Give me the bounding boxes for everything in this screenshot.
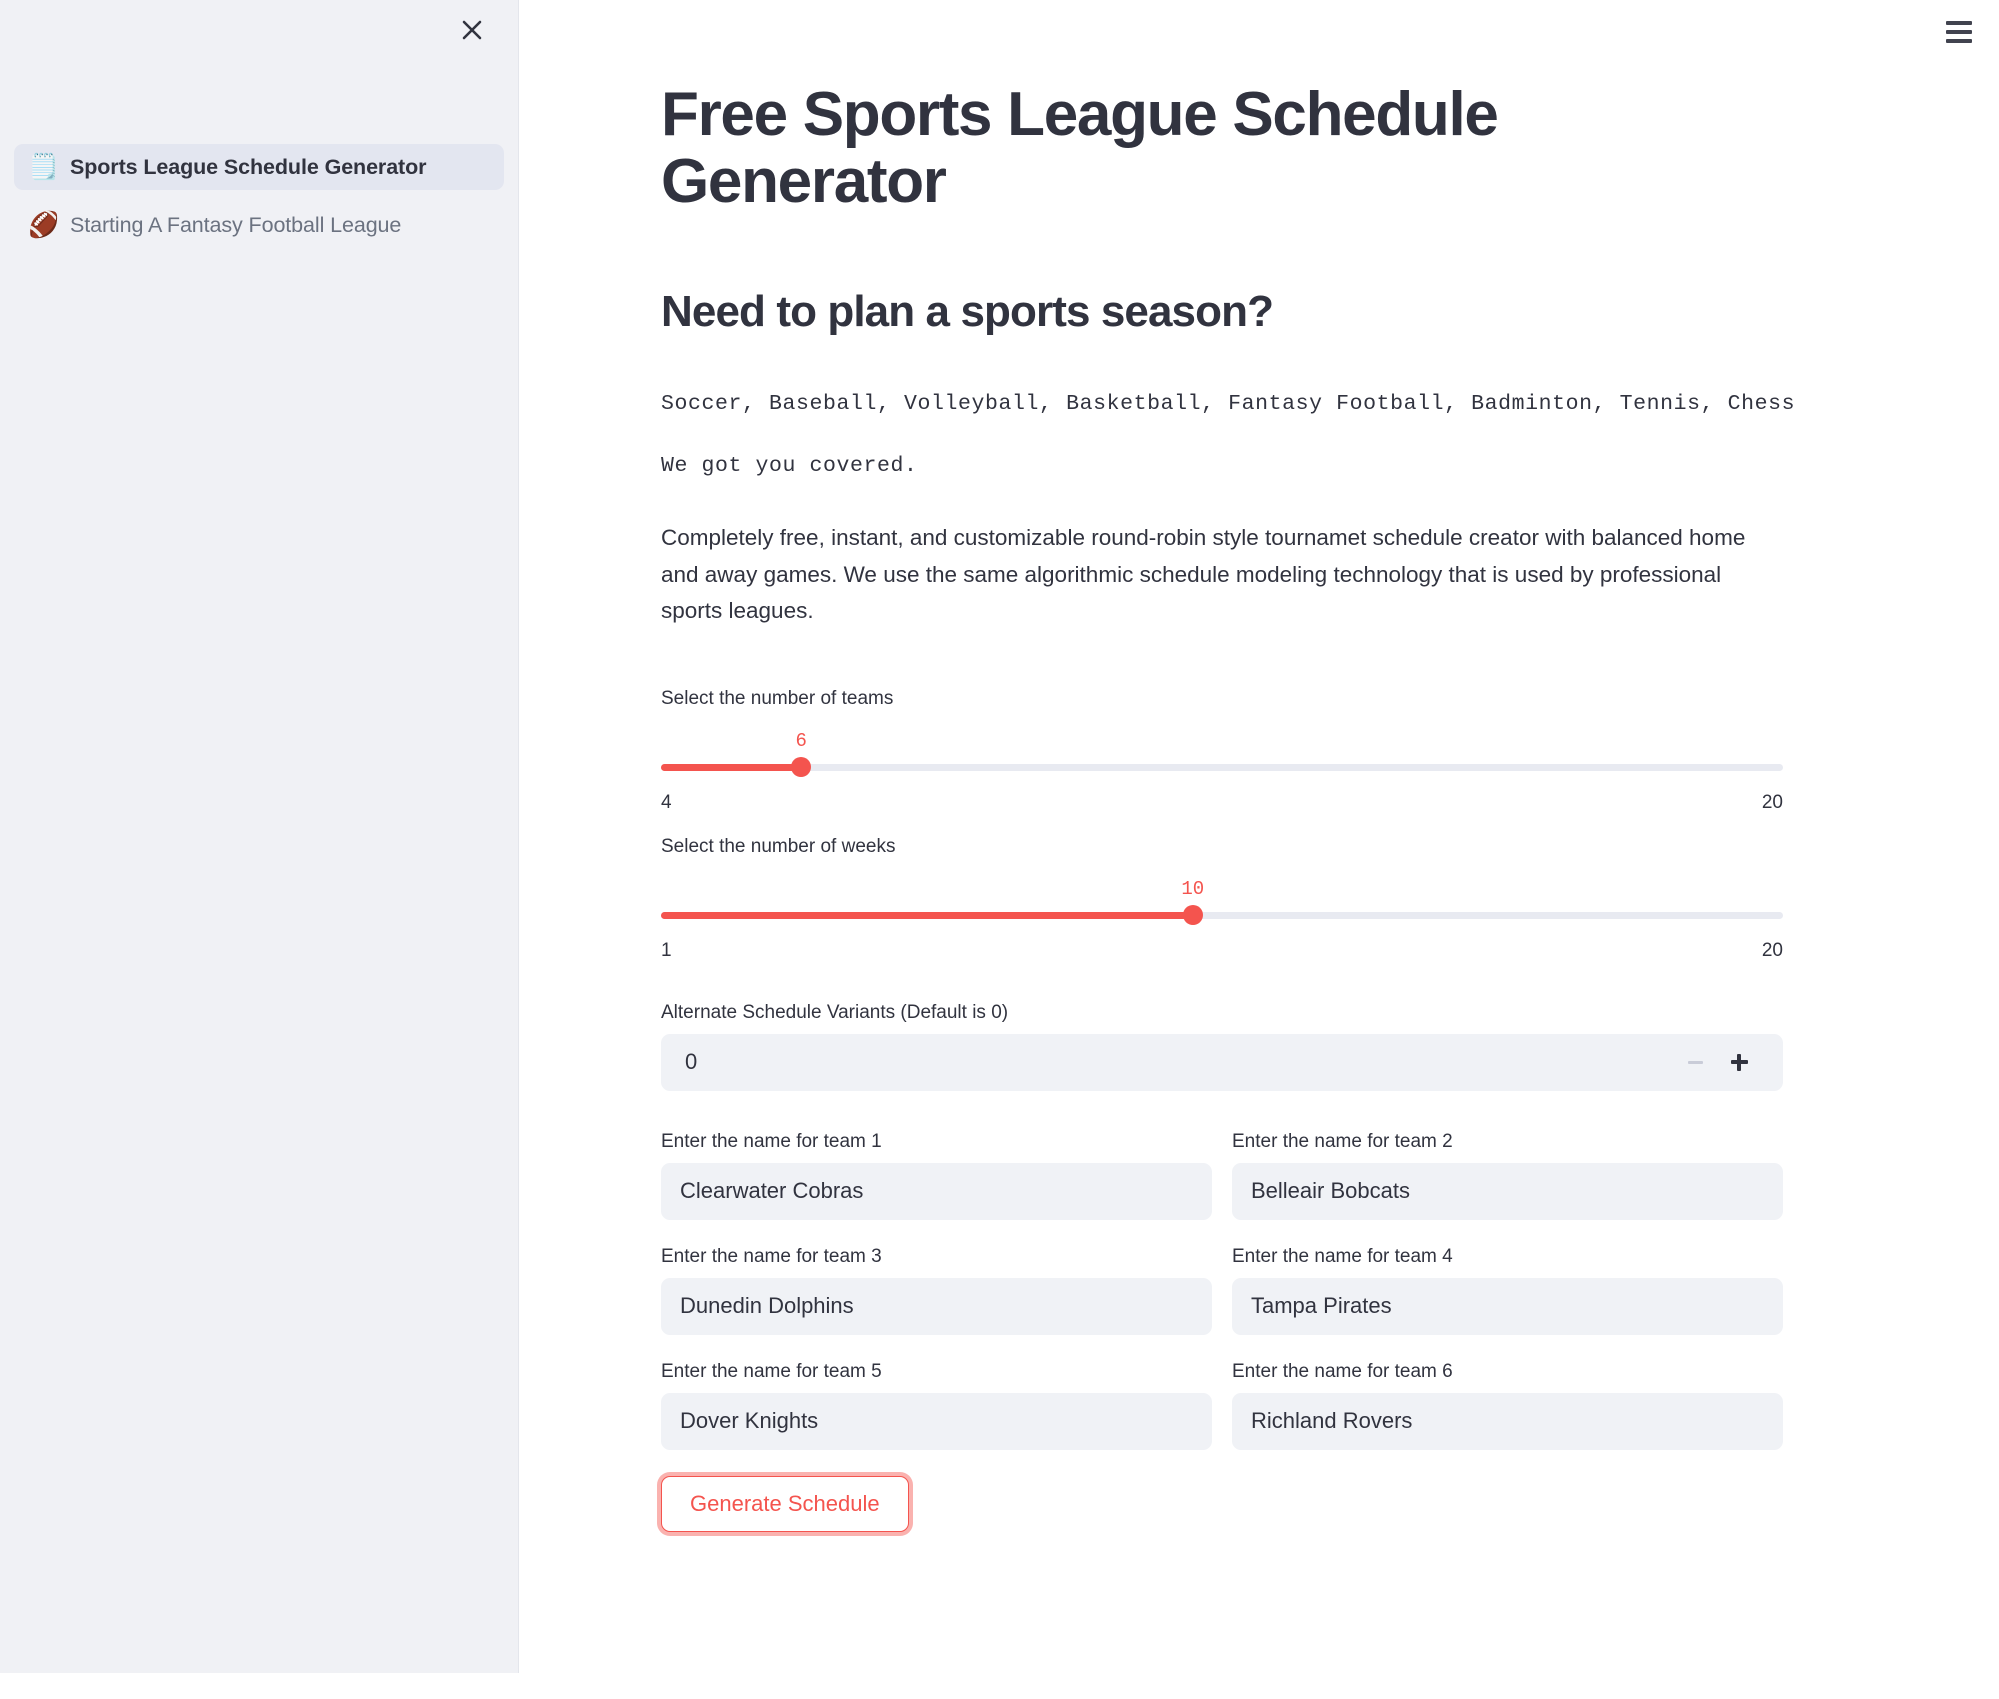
team-field-1: Enter the name for team 1 (661, 1131, 1212, 1220)
team-field-3: Enter the name for team 3 (661, 1246, 1212, 1335)
team-label-1: Enter the name for team 1 (661, 1130, 882, 1152)
weeks-slider-min: 1 (661, 939, 672, 961)
sidebar-close-button[interactable] (450, 8, 494, 52)
weeks-slider-range: 1 20 (661, 940, 1783, 962)
hamburger-bar (1946, 21, 1972, 25)
team-label-6: Enter the name for team 6 (1232, 1360, 1453, 1382)
team-input-3[interactable] (661, 1277, 1212, 1335)
sidebar-item-label: Starting A Fantasy Football League (70, 212, 402, 237)
teams-slider-range: 4 20 (661, 792, 1783, 814)
weeks-slider-label: Select the number of weeks (661, 835, 896, 857)
variants-increment-button[interactable] (1717, 1040, 1761, 1084)
teams-slider-block: Select the number of teams 6 4 20 (661, 688, 1783, 814)
plus-icon (1737, 1053, 1741, 1071)
hamburger-menu-icon[interactable] (1939, 12, 1979, 52)
sidebar-item-label: Sports League Schedule Generator (70, 154, 427, 179)
variants-stepper-label: Alternate Schedule Variants (Default is … (661, 1001, 1009, 1023)
sidebar: 🗒️ Sports League Schedule Generator 🏈 St… (0, 0, 519, 1673)
teams-slider-value: 6 (795, 729, 807, 752)
team-input-2[interactable] (1232, 1162, 1783, 1220)
sidebar-item-starting-a-fantasy-football-league[interactable]: 🏈 Starting A Fantasy Football League (14, 202, 504, 248)
tagline-text: We got you covered. (661, 454, 918, 479)
team-label-2: Enter the name for team 2 (1232, 1130, 1453, 1152)
weeks-slider-value: 10 (1181, 877, 1205, 900)
sidebar-item-sports-league-schedule-generator[interactable]: 🗒️ Sports League Schedule Generator (14, 144, 504, 190)
weeks-slider[interactable]: 10 (661, 862, 1783, 928)
generate-button-wrap: Generate Schedule (661, 1475, 1783, 1532)
sidebar-nav: 🗒️ Sports League Schedule Generator 🏈 St… (14, 144, 504, 260)
content-column: Free Sports League Schedule Generator Ne… (661, 0, 1796, 1532)
team-input-1[interactable] (661, 1162, 1212, 1220)
team-field-2: Enter the name for team 2 (1232, 1131, 1783, 1220)
page-title: Free Sports League Schedule Generator (661, 80, 1499, 216)
generate-schedule-button[interactable]: Generate Schedule (661, 1475, 909, 1532)
team-label-3: Enter the name for team 3 (661, 1245, 882, 1267)
description-text: Completely free, instant, and customizab… (661, 525, 1746, 624)
teams-slider-track[interactable] (661, 757, 1783, 778)
team-field-6: Enter the name for team 6 (1232, 1361, 1783, 1450)
weeks-slider-track[interactable] (661, 905, 1783, 926)
minus-icon (1687, 1060, 1703, 1064)
team-label-5: Enter the name for team 5 (661, 1360, 882, 1382)
weeks-slider-block: Select the number of weeks 10 1 20 (661, 836, 1783, 962)
teams-slider[interactable]: 6 (661, 714, 1783, 780)
team-input-4[interactable] (1232, 1277, 1783, 1335)
team-name-grid: Enter the name for team 1 Enter the name… (661, 1131, 1783, 1450)
football-icon: 🏈 (28, 210, 60, 239)
teams-slider-max: 20 (1761, 791, 1783, 813)
variants-stepper-block: Alternate Schedule Variants (Default is … (661, 1002, 1783, 1091)
weeks-slider-thumb[interactable] (1182, 905, 1203, 926)
team-input-6[interactable] (1232, 1392, 1783, 1450)
app-window: 🗒️ Sports League Schedule Generator 🏈 St… (0, 0, 1999, 1699)
team-field-5: Enter the name for team 5 (661, 1361, 1212, 1450)
hamburger-bar (1946, 39, 1972, 43)
weeks-slider-fill (661, 911, 1193, 919)
sports-list-text: Soccer, Baseball, Volleyball, Basketball… (661, 392, 1796, 417)
variants-stepper[interactable]: 0 (661, 1033, 1783, 1091)
teams-slider-thumb[interactable] (791, 757, 812, 778)
teams-slider-min: 4 (661, 791, 672, 813)
notepad-icon: 🗒️ (28, 152, 60, 181)
team-input-5[interactable] (661, 1392, 1212, 1450)
variants-stepper-value[interactable]: 0 (685, 1049, 1673, 1075)
teams-slider-fill (661, 763, 802, 771)
weeks-slider-max: 20 (1761, 939, 1783, 961)
main-content: Free Sports League Schedule Generator Ne… (519, 0, 1999, 1699)
variants-decrement-button[interactable] (1673, 1040, 1717, 1084)
team-field-4: Enter the name for team 4 (1232, 1246, 1783, 1335)
close-icon (462, 20, 482, 40)
hamburger-bar (1946, 30, 1972, 34)
team-label-4: Enter the name for team 4 (1232, 1245, 1453, 1267)
teams-slider-label: Select the number of teams (661, 687, 894, 709)
page-subtitle: Need to plan a sports season? (661, 286, 1274, 336)
